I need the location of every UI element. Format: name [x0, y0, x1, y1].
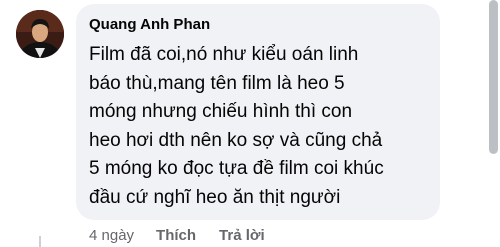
comment-text-line: báo thù,mang tên film là heo 5: [89, 72, 345, 94]
comment-timestamp[interactable]: 4 ngày: [89, 227, 134, 244]
comment-text-line: heo hơi dth nên ko sợ và cũng chả: [89, 129, 383, 151]
reply-button[interactable]: Trả lời: [219, 227, 265, 244]
comment-text-line: 5 móng ko đọc tựa đề film coi khúc: [89, 158, 384, 179]
like-button[interactable]: Thích: [156, 227, 196, 244]
comment-author[interactable]: Quang Anh Phan: [89, 16, 210, 33]
comment-text-line: đầu cứ nghĩ heo ăn thịt người: [89, 186, 341, 208]
comment-actions: 4 ngày Thích Trả lời: [89, 225, 265, 245]
comment-thread: Quang Anh Phan Film đã coi,nó như kiểu o…: [0, 0, 500, 247]
avatar[interactable]: [16, 10, 64, 58]
comment-text: Film đã coi,nó như kiểu oán linh báo thù…: [89, 41, 429, 212]
comment-text-line: móng nhưng chiếu hình thì con: [89, 101, 353, 122]
thread-connector-line: [39, 236, 41, 247]
comment-bubble: Quang Anh Phan Film đã coi,nó như kiểu o…: [76, 4, 440, 220]
comment-text-line: Film đã coi,nó như kiểu oán linh: [89, 44, 359, 65]
scrollbar[interactable]: [487, 0, 500, 247]
user-avatar-icon: [16, 10, 64, 58]
scrollbar-thumb[interactable]: [489, 0, 498, 154]
